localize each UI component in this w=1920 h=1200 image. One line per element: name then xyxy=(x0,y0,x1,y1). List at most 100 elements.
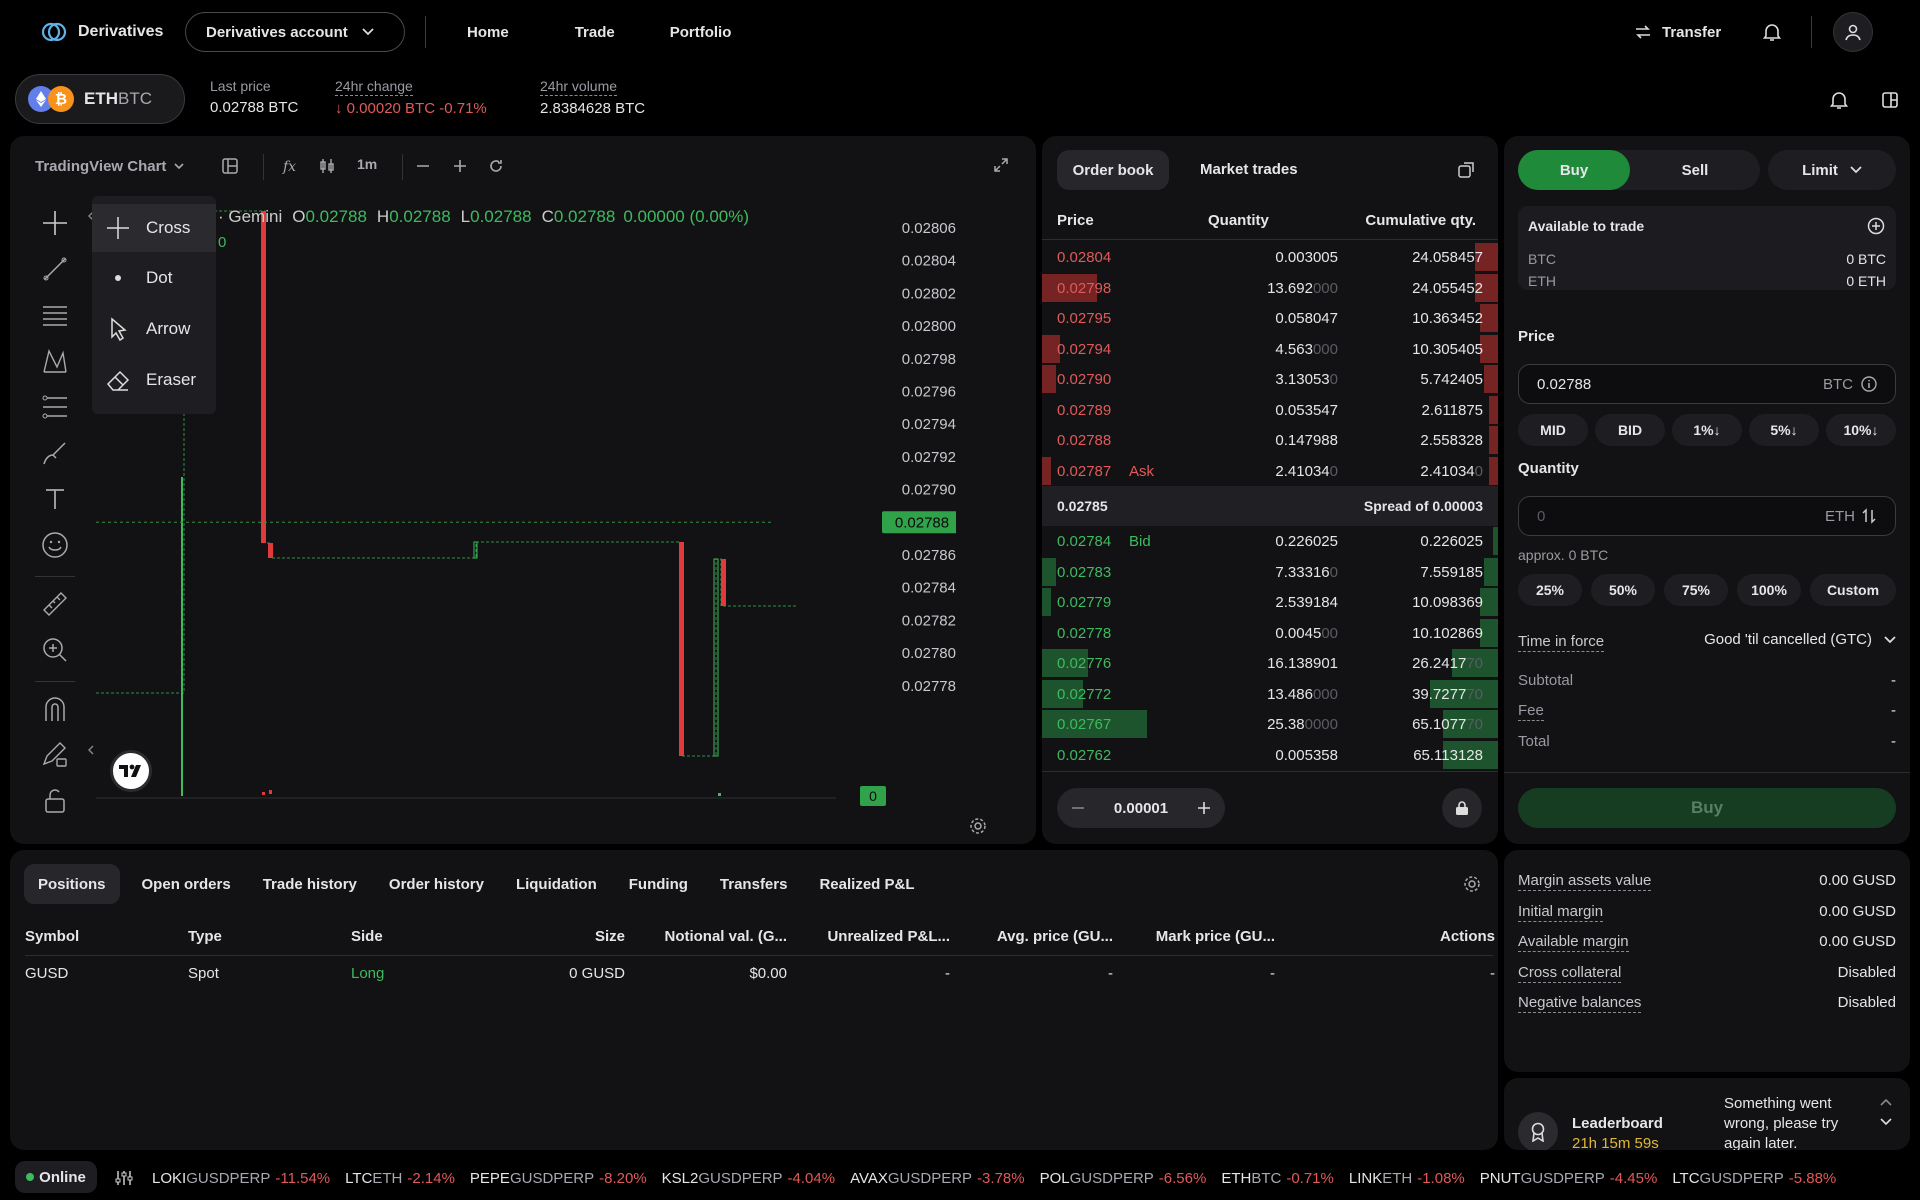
bid-row[interactable]: 0.02767 25.380000 65.107770 xyxy=(1042,709,1498,739)
volume-label[interactable]: 24hr volume xyxy=(540,78,618,96)
plus-icon[interactable] xyxy=(1197,801,1211,815)
tab-order-history[interactable]: Order history xyxy=(375,864,498,904)
magnet-tool-icon[interactable] xyxy=(35,694,75,724)
ticker-item[interactable]: LTCGUSDPERP -5.88% xyxy=(1672,1170,1836,1187)
margin-label[interactable]: Negative balances xyxy=(1518,994,1642,1013)
tab-transfers[interactable]: Transfers xyxy=(706,864,802,904)
ticker-item[interactable]: POLGUSDPERP -6.56% xyxy=(1040,1170,1207,1187)
emoji-tool-icon[interactable] xyxy=(35,530,75,560)
ask-row[interactable]: 0.02788 0.147988 2.558328 xyxy=(1042,425,1498,455)
bid-row[interactable]: 0.02762 0.005358 65.113128 xyxy=(1042,740,1498,770)
price-input[interactable]: 0.02788 BTC xyxy=(1518,364,1896,404)
profile-avatar-icon[interactable] xyxy=(1833,12,1873,52)
bid-row[interactable]: 0.02772 13.486000 39.727770 xyxy=(1042,679,1498,709)
cursor-option-dot[interactable]: Dot xyxy=(92,252,216,303)
tradingview-logo-icon[interactable] xyxy=(110,750,152,792)
info-icon[interactable] xyxy=(1861,376,1877,392)
swap-unit-icon[interactable] xyxy=(1861,508,1877,524)
ticker-item[interactable]: ETHBTC -0.71% xyxy=(1221,1170,1334,1187)
table-row[interactable]: GUSD Spot Long 0 GUSD $0.00 - - - - xyxy=(25,965,1495,989)
crosshair-tool-icon[interactable] xyxy=(35,208,75,238)
ask-row[interactable]: 0.02790 3.130530 5.742405 xyxy=(1042,364,1498,394)
nav-portfolio[interactable]: Portfolio xyxy=(670,24,732,41)
chevron-up-icon[interactable] xyxy=(1878,1096,1894,1108)
tab-funding[interactable]: Funding xyxy=(615,864,702,904)
quantity-input[interactable]: 0 ETH xyxy=(1518,496,1896,536)
bid-row[interactable]: 0.02783 7.333160 7.559185 xyxy=(1042,557,1498,587)
ask-row[interactable]: 0.02804 0.003005 24.058457 xyxy=(1042,242,1498,272)
tab-liquidation[interactable]: Liquidation xyxy=(502,864,611,904)
tab-market-trades[interactable]: Market trades xyxy=(1200,161,1298,178)
zoom-tool-icon[interactable] xyxy=(35,635,75,665)
ticker-item[interactable]: LOKIGUSDPERP -11.54% xyxy=(152,1170,330,1187)
nav-home[interactable]: Home xyxy=(467,24,509,41)
change-label[interactable]: 24hr change xyxy=(335,78,413,96)
qty-50-button[interactable]: 50% xyxy=(1591,574,1655,606)
fee-label[interactable]: Fee xyxy=(1518,702,1544,721)
notifications-icon[interactable] xyxy=(1760,20,1784,44)
tif-selector[interactable]: Good 'til cancelled (GTC) xyxy=(1704,631,1896,648)
lock-icon[interactable] xyxy=(1442,788,1482,828)
settings-gear-icon[interactable] xyxy=(1462,874,1482,894)
fullscreen-icon[interactable] xyxy=(990,154,1012,176)
pattern-tool-icon[interactable] xyxy=(35,346,75,376)
ticker-settings-icon[interactable] xyxy=(112,1168,136,1188)
ask-row[interactable]: 0.02787 Ask 2.410340 2.410340 xyxy=(1042,456,1498,486)
ticker-item[interactable]: KSL2GUSDPERP -4.04% xyxy=(662,1170,835,1187)
tab-trade-history[interactable]: Trade history xyxy=(249,864,371,904)
trend-line-tool-icon[interactable] xyxy=(35,254,75,284)
tab-order-book[interactable]: Order book xyxy=(1057,150,1169,190)
add-funds-icon[interactable] xyxy=(1866,216,1886,236)
ticker-item[interactable]: LINKETH -1.08% xyxy=(1349,1170,1465,1187)
increment-stepper[interactable]: 0.00001 xyxy=(1057,788,1225,828)
brand[interactable]: Derivatives xyxy=(40,18,163,46)
text-tool-icon[interactable] xyxy=(35,484,75,514)
transfer-button[interactable]: Transfer xyxy=(1634,20,1721,44)
tif-label[interactable]: Time in force xyxy=(1518,633,1605,652)
pair-selector[interactable]: ₿ ETH BTC xyxy=(15,74,185,124)
margin-label[interactable]: Initial margin xyxy=(1518,903,1604,922)
popout-icon[interactable] xyxy=(1456,160,1476,180)
tab-positions[interactable]: Positions xyxy=(24,864,120,904)
margin-label[interactable]: Available margin xyxy=(1518,933,1629,952)
chart-source-selector[interactable]: TradingView Chart xyxy=(35,155,184,177)
brush-tool-icon[interactable] xyxy=(35,438,75,468)
reset-icon[interactable] xyxy=(486,156,506,176)
price-alert-icon[interactable] xyxy=(1827,88,1851,112)
ruler-tool-icon[interactable] xyxy=(35,589,75,619)
price-1pct-button[interactable]: 1%↓ xyxy=(1672,414,1742,446)
chevron-down-icon[interactable] xyxy=(1878,1116,1894,1128)
ask-row[interactable]: 0.02798 13.692000 24.055452 xyxy=(1042,273,1498,303)
edit-lock-tool-icon[interactable] xyxy=(35,740,75,770)
bid-row[interactable]: 0.02779 2.539184 10.098369 xyxy=(1042,587,1498,617)
bid-row[interactable]: 0.02778 0.004500 10.102869 xyxy=(1042,618,1498,648)
ask-row[interactable]: 0.02789 0.053547 2.611875 xyxy=(1042,395,1498,425)
margin-label[interactable]: Cross collateral xyxy=(1518,964,1622,983)
indicators-icon[interactable]: fx xyxy=(280,156,302,176)
zoom-in-icon[interactable] xyxy=(450,156,470,176)
price-bid-button[interactable]: BID xyxy=(1595,414,1665,446)
cursor-option-eraser[interactable]: Eraser xyxy=(92,354,216,405)
zoom-out-icon[interactable] xyxy=(413,156,433,176)
lock-tool-icon[interactable] xyxy=(35,786,75,816)
buy-side-button[interactable]: Buy xyxy=(1518,150,1630,190)
qty-100-button[interactable]: 100% xyxy=(1737,574,1801,606)
price-chart[interactable]: 0.02806 0.02804 0.02802 0.02800 0.02798 0.027… xyxy=(96,196,956,808)
order-type-selector[interactable]: Limit xyxy=(1768,150,1896,190)
cursor-option-cross[interactable]: Cross xyxy=(92,204,216,252)
chart-layout-icon[interactable] xyxy=(220,156,240,176)
candles-icon[interactable] xyxy=(316,156,338,176)
qty-75-button[interactable]: 75% xyxy=(1664,574,1728,606)
qty-25-button[interactable]: 25% xyxy=(1518,574,1582,606)
chart-settings-gear-icon[interactable] xyxy=(968,816,988,836)
account-selector[interactable]: Derivatives account xyxy=(185,12,405,52)
leaderboard-title[interactable]: Leaderboard xyxy=(1572,1115,1663,1132)
price-mid-button[interactable]: MID xyxy=(1518,414,1588,446)
ticker-item[interactable]: AVAXGUSDPERP -3.78% xyxy=(850,1170,1025,1187)
submit-buy-button[interactable]: Buy xyxy=(1518,788,1896,828)
interval-button[interactable]: 1m xyxy=(357,156,377,172)
qty-custom-button[interactable]: Custom xyxy=(1810,574,1896,606)
price-10pct-button[interactable]: 10%↓ xyxy=(1826,414,1896,446)
bid-row[interactable]: 0.02784 Bid 0.226025 0.226025 xyxy=(1042,526,1498,556)
ticker-item[interactable]: PEPEGUSDPERP -8.20% xyxy=(470,1170,647,1187)
